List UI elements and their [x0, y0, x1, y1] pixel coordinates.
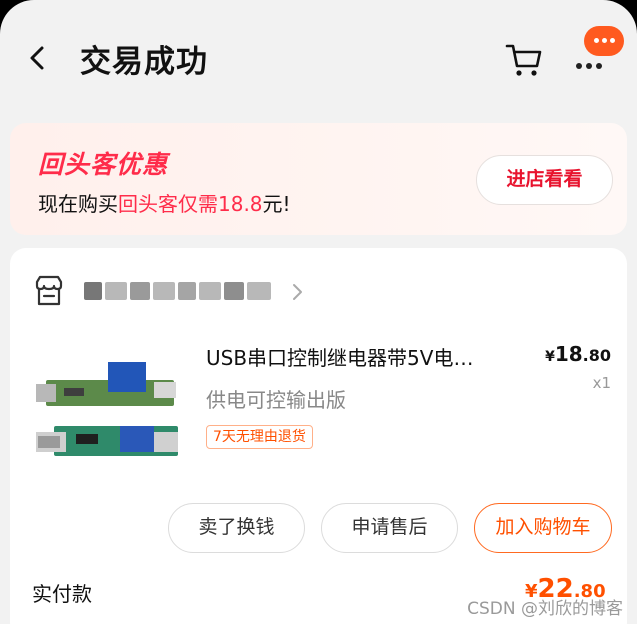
- promo-description: 现在购买回头客仅需18.8元!: [38, 188, 291, 217]
- add-to-cart-button[interactable]: 加入购物车: [474, 503, 612, 553]
- phone-screen: 交易成功 回头客优惠 现在购买回头客仅需18.8元! 进店看看 USB串口控制继…: [0, 0, 637, 624]
- message-bubble-icon: [584, 26, 624, 56]
- cart-icon: [505, 44, 542, 76]
- product-title[interactable]: USB串口控制继电器带5V电…: [206, 342, 536, 371]
- product-quantity: x1: [592, 374, 611, 392]
- chevron-right-icon[interactable]: [290, 282, 304, 302]
- after-sale-button[interactable]: 申请售后: [321, 503, 458, 553]
- sell-button[interactable]: 卖了换钱: [168, 503, 305, 553]
- return-policy-badge: 7天无理由退货: [206, 425, 313, 449]
- paid-label: 实付款: [32, 582, 92, 606]
- price-symbol: ¥: [545, 349, 555, 365]
- returning-customer-promo: 回头客优惠 现在购买回头客仅需18.8元! 进店看看: [10, 123, 627, 235]
- price-decimal: .80: [582, 346, 611, 365]
- store-name-blurred[interactable]: [84, 282, 280, 304]
- order-card: USB串口控制继电器带5V电… 供电可控输出版 7天无理由退货 ¥18.80 x…: [10, 248, 627, 624]
- cart-button[interactable]: [504, 40, 544, 78]
- back-button[interactable]: [22, 40, 54, 76]
- more-button[interactable]: [574, 24, 626, 69]
- more-icon: [576, 54, 606, 73]
- page-header: 交易成功: [0, 0, 637, 110]
- product-image[interactable]: [36, 352, 178, 468]
- page-title: 交易成功: [80, 44, 208, 80]
- product-price: ¥18.80: [545, 342, 611, 366]
- back-arrow-icon: [30, 46, 44, 70]
- price-integer: 18: [554, 342, 583, 366]
- promo-desc-prefix: 现在购买: [38, 192, 118, 216]
- promo-desc-suffix: 元!: [262, 192, 291, 216]
- enter-store-button[interactable]: 进店看看: [476, 155, 613, 205]
- store-icon[interactable]: [32, 274, 66, 308]
- watermark: CSDN @刘欣的博客: [467, 599, 623, 619]
- promo-title: 回头客优惠: [38, 150, 169, 179]
- product-variant: 供电可控输出版: [206, 388, 346, 412]
- promo-desc-highlight: 回头客仅需18.8: [118, 192, 263, 216]
